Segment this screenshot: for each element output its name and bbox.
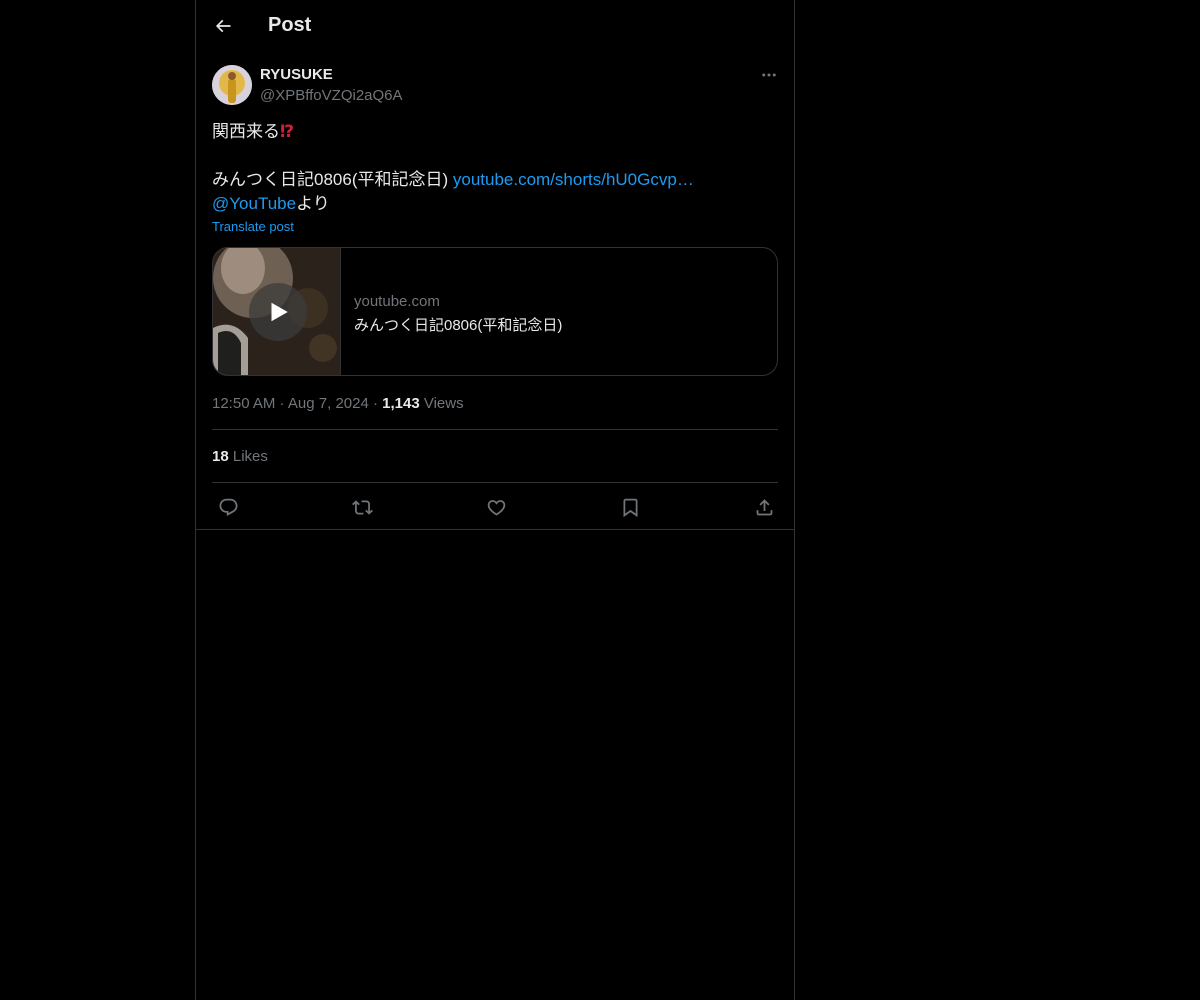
post-bottom-border [196,529,794,530]
likes-count: 18 [212,448,229,465]
exclamation-question-icon: ⁉ [280,122,295,141]
page-title: Post [268,14,312,36]
back-button[interactable] [205,8,241,44]
play-button[interactable] [249,283,307,341]
bookmark-icon [623,498,637,517]
post-time[interactable]: 12:50 AM [212,395,275,412]
youtube-link[interactable]: youtube.com/shorts/hU0Gcvp… [453,170,694,189]
divider [212,482,778,483]
post-meta: 12:50 AM · Aug 7, 2024 · 1,143 Views [212,395,464,412]
like-icon [487,499,505,516]
post-line-4: @YouTubeより [212,192,778,216]
more-button[interactable] [752,62,786,88]
author-name[interactable]: RYUSUKE [260,66,333,83]
post-header: Post [196,0,794,54]
link-card[interactable]: youtube.com みんつく日記0806(平和記念日) [212,247,778,376]
post-line-3: みんつく日記0806(平和記念日) youtube.com/shorts/hU0… [212,168,778,192]
share-icon [756,498,772,515]
repost-button[interactable] [347,492,377,522]
likes-label: Likes [228,448,268,465]
post-text: 関西来る⁉ みんつく日記0806(平和記念日) youtube.com/shor… [212,120,778,216]
card-title: みんつく日記0806(平和記念日) [354,317,563,334]
post-line-1: 関西来る⁉ [212,120,778,144]
likes-stat[interactable]: 18 Likes [212,448,268,465]
play-icon [271,302,288,322]
post-line-1-text: 関西来る [212,122,280,141]
post-column: Post RYUSUKE @XPBffoVZQi2aQ6A 関西来る⁉ みんつく… [195,0,795,1000]
more-horizontal-icon [762,73,776,77]
reply-button[interactable] [213,492,243,522]
share-button[interactable] [749,492,779,522]
author-handle[interactable]: @XPBffoVZQi2aQ6A [260,87,403,104]
post-line-3-text: みんつく日記0806(平和記念日) [212,170,453,189]
avatar-image [212,65,252,105]
reply-icon [219,498,237,516]
meta-separator: · [368,395,383,412]
views-label: Views [419,395,464,412]
card-domain: youtube.com [354,293,440,310]
card-thumbnail[interactable] [213,248,341,375]
arrow-left-icon [215,19,231,33]
views-count: 1,143 [382,395,420,412]
translate-post-link[interactable]: Translate post [212,219,294,234]
meta-separator: · [275,395,288,412]
repost-icon [351,499,373,515]
post-line-4-suffix: より [296,194,330,213]
post-blank-line [212,144,778,168]
post-date[interactable]: Aug 7, 2024 [288,395,369,412]
like-button[interactable] [481,492,511,522]
youtube-mention[interactable]: @YouTube [212,194,296,213]
divider [212,429,778,430]
bookmark-button[interactable] [615,492,645,522]
avatar[interactable] [212,65,252,105]
